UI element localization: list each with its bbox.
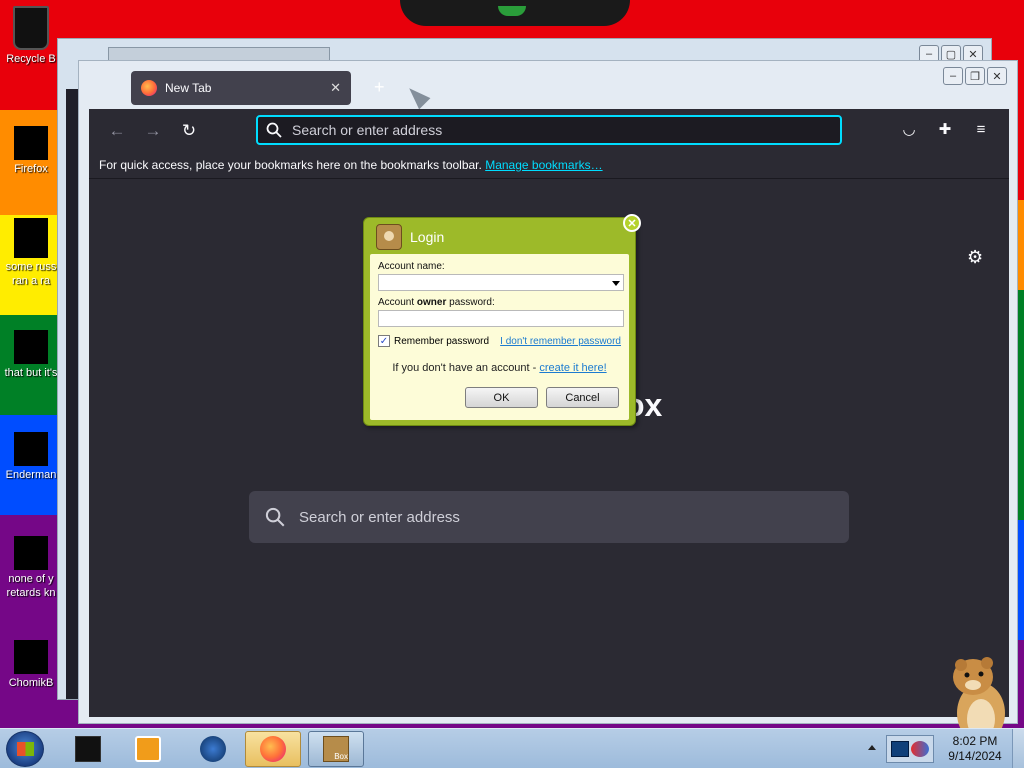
url-bar[interactable]: Search or enter address [256,115,842,145]
firefox-logo-icon [141,80,157,96]
create-account-row: If you don't have an account - create it… [378,362,621,374]
remember-password-label: Remember password [394,335,490,347]
explorer-icon [75,736,101,762]
owner-password-input[interactable] [378,310,624,327]
desktop-icon-recycle-bin[interactable]: Recycle B [0,6,62,66]
create-account-text: If you don't have an account - [392,362,540,374]
create-account-link[interactable]: create it here! [539,362,606,374]
search-icon [266,122,282,138]
desktop-icon-firefox[interactable]: Firefox [0,126,62,176]
login-title-bar: Login [364,218,635,256]
taskbar-app-chomikbox[interactable]: Box [308,731,364,767]
forgot-password-link[interactable]: I don't remember password [500,336,621,347]
firefox-icon [14,126,48,160]
account-name-label: Account name: [378,261,445,272]
pocket-icon[interactable]: ◡ [897,117,921,141]
clock-time: 8:02 PM [952,734,998,748]
back-arrow-icon[interactable]: ← [99,113,135,149]
toolbar-right-icons: ◡ ✚ ≡ [897,117,993,141]
remember-password-checkbox[interactable]: ✓ Remember password [378,335,489,347]
bookmarks-toolbar: For quick access, place your bookmarks h… [89,153,1009,179]
start-button[interactable] [6,731,44,767]
tray-icons [886,735,934,763]
close-icon[interactable]: ✕ [623,214,641,232]
gear-icon[interactable]: ⚙ [967,247,983,268]
dialog-buttons: OK Cancel [465,387,619,408]
taskbar-app-explorer[interactable] [60,731,116,767]
dropdown-arrow-icon[interactable] [612,281,620,286]
file-icon [14,536,48,570]
recycle-bin-icon [13,6,49,50]
extensions-icon[interactable]: ✚ [933,117,957,141]
remember-row: ✓ Remember password I don't remember pas… [378,335,621,347]
media-player-icon [135,736,161,762]
bookmarks-hint: For quick access, place your bookmarks h… [99,158,482,172]
taskbar-app-globe[interactable] [185,731,241,767]
chomikbox-icon [14,640,48,674]
network-icon[interactable] [891,741,909,757]
tray-app-icon[interactable] [911,741,929,757]
tab-strip: New Tab ✕ + [89,61,1009,110]
owner-password-label: Account owner password: [378,297,495,308]
login-form: Account name: Account owner password: ✓ … [370,254,629,420]
login-dialog: Login ✕ Account name: Account owner pass… [363,214,641,426]
desktop-icon-enderman[interactable]: Enderman [0,432,62,482]
show-desktop-button[interactable] [1012,729,1024,768]
ok-button[interactable]: OK [465,387,538,408]
cancel-button[interactable]: Cancel [546,387,619,408]
taskbar-app-media[interactable] [120,731,176,767]
tab-close-icon[interactable]: ✕ [330,80,341,96]
desktop-icon-file-3[interactable]: none of y retards kn [0,536,62,600]
manage-bookmarks-link[interactable]: Manage bookmarks… [485,158,602,172]
search-placeholder: Search or enter address [299,508,460,526]
search-icon [265,507,285,527]
taskbar-app-firefox[interactable] [245,731,301,767]
globe-icon [200,736,226,762]
account-name-combobox[interactable] [378,274,624,291]
checkmark-icon: ✓ [378,335,390,347]
mouse-cursor-icon [403,82,431,110]
new-tab-button[interactable]: + [374,77,385,98]
desktop-icon-file-1[interactable]: some russ ran a ra [0,218,62,288]
reload-icon[interactable]: ↻ [171,113,207,149]
file-icon [14,330,48,364]
menu-icon[interactable]: ≡ [969,117,993,141]
firefox-icon [260,736,286,762]
clock-date: 9/14/2024 [948,749,1002,763]
new-tab-search-box[interactable]: Search or enter address [249,491,849,543]
system-tray: 8:02 PM 9/14/2024 [862,729,1024,768]
tray-expand-icon[interactable] [868,745,876,750]
tab-title: New Tab [165,81,212,95]
forward-arrow-icon[interactable]: → [135,113,171,149]
login-title: Login [410,229,445,245]
url-placeholder: Search or enter address [292,122,443,138]
clock[interactable]: 8:02 PM 9/14/2024 [940,734,1010,764]
desktop-icon-chomikbox[interactable]: ChomikB [0,640,62,690]
file-icon [14,218,48,258]
program-icon [14,432,48,466]
tab-new-tab[interactable]: New Tab ✕ [131,71,351,105]
taskbar: Box 8:02 PM 9/14/2024 [0,728,1024,768]
navigation-toolbar: ← → ↻ Search or enter address ◡ ✚ ≡ [89,109,1009,153]
chomikbox-icon: Box [323,736,349,762]
chomikbox-icon [376,224,402,250]
desktop-icon-file-2[interactable]: that but it's [0,330,62,380]
